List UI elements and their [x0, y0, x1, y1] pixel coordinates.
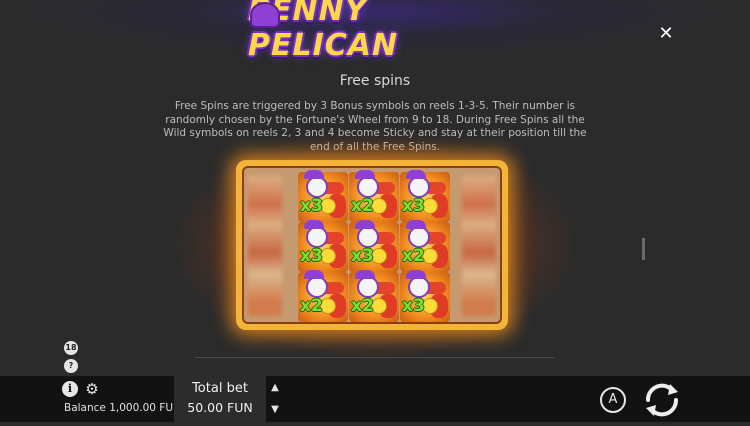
pelican-head: [306, 276, 328, 298]
multiplier-label: x3: [300, 196, 323, 216]
pelican-hat: [304, 270, 324, 279]
wild-symbol: x2: [349, 270, 399, 322]
pelican-head: [408, 176, 430, 198]
multiplier-label: x3: [402, 196, 425, 216]
multiplier-label: x2: [351, 196, 374, 216]
multiplier-label: x3: [402, 296, 425, 316]
wild-symbol-grid: x3 x2 x3 x3 x3 x2 x2 x2 x3: [298, 170, 450, 322]
pelican-hat: [406, 270, 426, 279]
reel-preview-frame: x3 x2 x3 x3 x3 x2 x2 x2 x3: [236, 160, 508, 330]
wild-symbol: x2: [349, 170, 399, 222]
wild-symbol: x2: [400, 220, 450, 272]
pelican-hat: [304, 170, 324, 179]
total-bet-label: Total bet: [192, 381, 248, 396]
game-logo: PENNY PELICAN: [248, 0, 502, 63]
multiplier-label: x3: [351, 246, 374, 266]
reel-preview: x3 x2 x3 x3 x3 x2 x2 x2 x3: [242, 166, 502, 324]
info-icon[interactable]: i: [62, 381, 78, 397]
multiplier-label: x2: [300, 296, 323, 316]
multiplier-label: x2: [351, 296, 374, 316]
divider: [195, 357, 555, 358]
wild-symbol: x2: [298, 270, 348, 322]
section-title: Free spins: [339, 73, 411, 89]
autoplay-button[interactable]: A: [600, 387, 626, 413]
gear-icon[interactable]: ⚙: [84, 381, 100, 397]
blurred-reel-5: [462, 176, 496, 316]
bet-increase-icon[interactable]: ▲: [270, 383, 280, 393]
age-restriction-icon[interactable]: 18: [64, 341, 78, 355]
pelican-hat: [406, 220, 426, 229]
multiplier-label: x3: [300, 246, 323, 266]
pelican-head: [306, 226, 328, 248]
wild-symbol: x3: [400, 170, 450, 222]
spin-button[interactable]: [640, 378, 684, 422]
close-button[interactable]: ✕: [656, 24, 676, 44]
pelican-hat: [355, 170, 375, 179]
spin-icon: [645, 383, 679, 417]
pelican-head: [357, 276, 379, 298]
pelican-head: [408, 226, 430, 248]
pelican-head: [408, 276, 430, 298]
multiplier-label: x2: [402, 246, 425, 266]
bottom-bar: [0, 376, 750, 422]
help-icon[interactable]: ?: [64, 359, 78, 373]
pelican-head: [306, 176, 328, 198]
bet-decrease-icon[interactable]: ▼: [270, 405, 280, 415]
total-bet-value: 50.00 FUN: [187, 400, 253, 415]
wild-symbol: x3: [349, 220, 399, 272]
pelican-hat: [355, 220, 375, 229]
wild-symbol: x3: [298, 220, 348, 272]
wild-symbol: x3: [400, 270, 450, 322]
pelican-head: [357, 226, 379, 248]
scrollbar-thumb[interactable]: [642, 238, 645, 260]
pelican-hat: [406, 170, 426, 179]
pelican-hat: [304, 220, 324, 229]
logo-hat-icon: [250, 2, 280, 28]
balance-label: Balance 1,000.00 FUN: [64, 402, 181, 414]
blurred-reel-1: [248, 176, 282, 316]
logo-text: PENNY PELICAN: [248, 0, 399, 63]
pelican-head: [357, 176, 379, 198]
pelican-hat: [355, 270, 375, 279]
wild-symbol: x3: [298, 170, 348, 222]
